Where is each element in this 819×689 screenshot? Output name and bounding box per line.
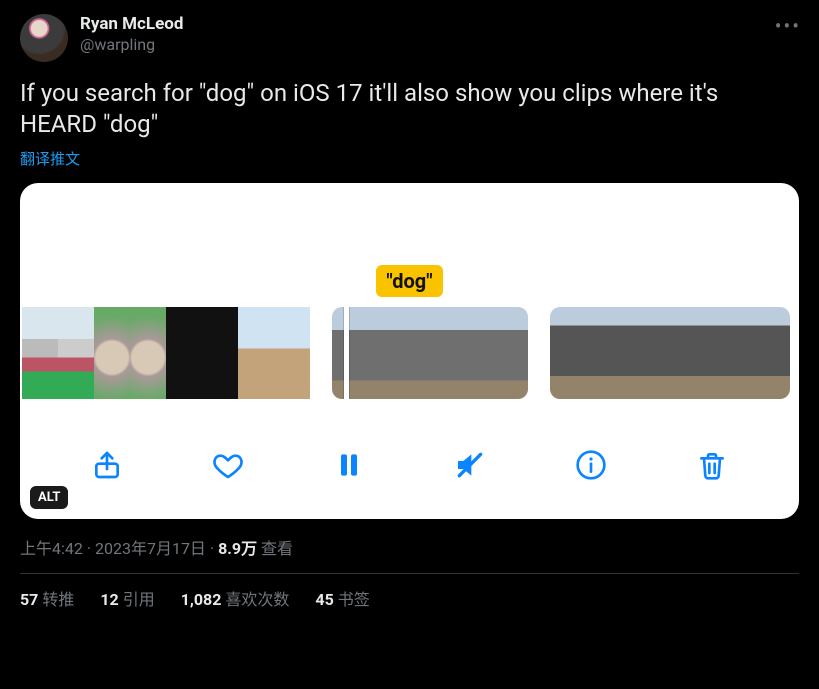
thumbnail-frame (550, 307, 590, 399)
playhead[interactable] (344, 307, 349, 399)
info-icon[interactable] (571, 445, 611, 485)
more-menu-button[interactable]: ••• (775, 14, 801, 38)
clip-group-2-active[interactable] (332, 307, 528, 399)
media-card[interactable]: "dog" (20, 183, 799, 519)
stats-row: 57转推 12引用 1,082喜欢次数 45书签 (20, 586, 799, 610)
share-icon[interactable] (87, 445, 127, 485)
thumbnail-frame (238, 307, 274, 399)
media-toolbar (20, 445, 799, 485)
thumbnail-frame (710, 307, 750, 399)
tweet-container: Ryan McLeod @warpling ••• If you search … (0, 0, 819, 620)
thumbnail-frame (479, 307, 528, 399)
thumbnail-frame (58, 307, 94, 399)
thumbnail-frame (94, 307, 130, 399)
handle[interactable]: @warpling (80, 35, 183, 55)
thumbnail-frame (750, 307, 790, 399)
thumbnail-frame (22, 307, 58, 399)
pause-icon[interactable] (329, 445, 369, 485)
thumbnail-frame (332, 307, 381, 399)
heart-icon[interactable] (208, 445, 248, 485)
bookmarks-stat[interactable]: 45书签 (315, 586, 369, 610)
video-scrubber[interactable] (20, 307, 799, 399)
thumbnail-frame (130, 307, 166, 399)
thumbnail-frame (274, 307, 310, 399)
trash-icon[interactable] (692, 445, 732, 485)
tweet-meta: 上午4:42 · 2023年7月17日 · 8.9万 查看 (20, 535, 799, 559)
thumbnail-frame (430, 307, 479, 399)
mute-icon[interactable] (450, 445, 490, 485)
tweet-text: If you search for "dog" on iOS 17 it'll … (20, 78, 799, 140)
translate-link[interactable]: 翻译推文 (20, 148, 80, 169)
thumbnail-frame (166, 307, 202, 399)
caption-pill: "dog" (376, 265, 442, 297)
display-name[interactable]: Ryan McLeod (80, 14, 183, 35)
retweets-stat[interactable]: 57转推 (20, 586, 74, 610)
author-names: Ryan McLeod @warpling (80, 14, 183, 55)
thumbnail-frame (630, 307, 670, 399)
thumbnail-frame (381, 307, 430, 399)
divider (20, 573, 799, 574)
clip-group-3[interactable] (550, 307, 790, 399)
caption-row: "dog" (20, 265, 799, 297)
tweet-date[interactable]: 2023年7月17日 (95, 539, 206, 558)
clip-group-1[interactable] (22, 307, 310, 399)
media-whitespace (20, 183, 799, 265)
views-count: 8.9万 (218, 539, 257, 558)
thumbnail-frame (590, 307, 630, 399)
thumbnail-frame (670, 307, 710, 399)
quotes-stat[interactable]: 12引用 (100, 586, 154, 610)
tweet-time[interactable]: 上午4:42 (20, 539, 83, 558)
alt-badge[interactable]: ALT (30, 486, 68, 509)
views-label: 查看 (257, 539, 293, 558)
avatar[interactable] (20, 14, 68, 62)
tweet-header: Ryan McLeod @warpling ••• (20, 14, 799, 62)
likes-stat[interactable]: 1,082喜欢次数 (181, 586, 290, 610)
thumbnail-frame (202, 307, 238, 399)
